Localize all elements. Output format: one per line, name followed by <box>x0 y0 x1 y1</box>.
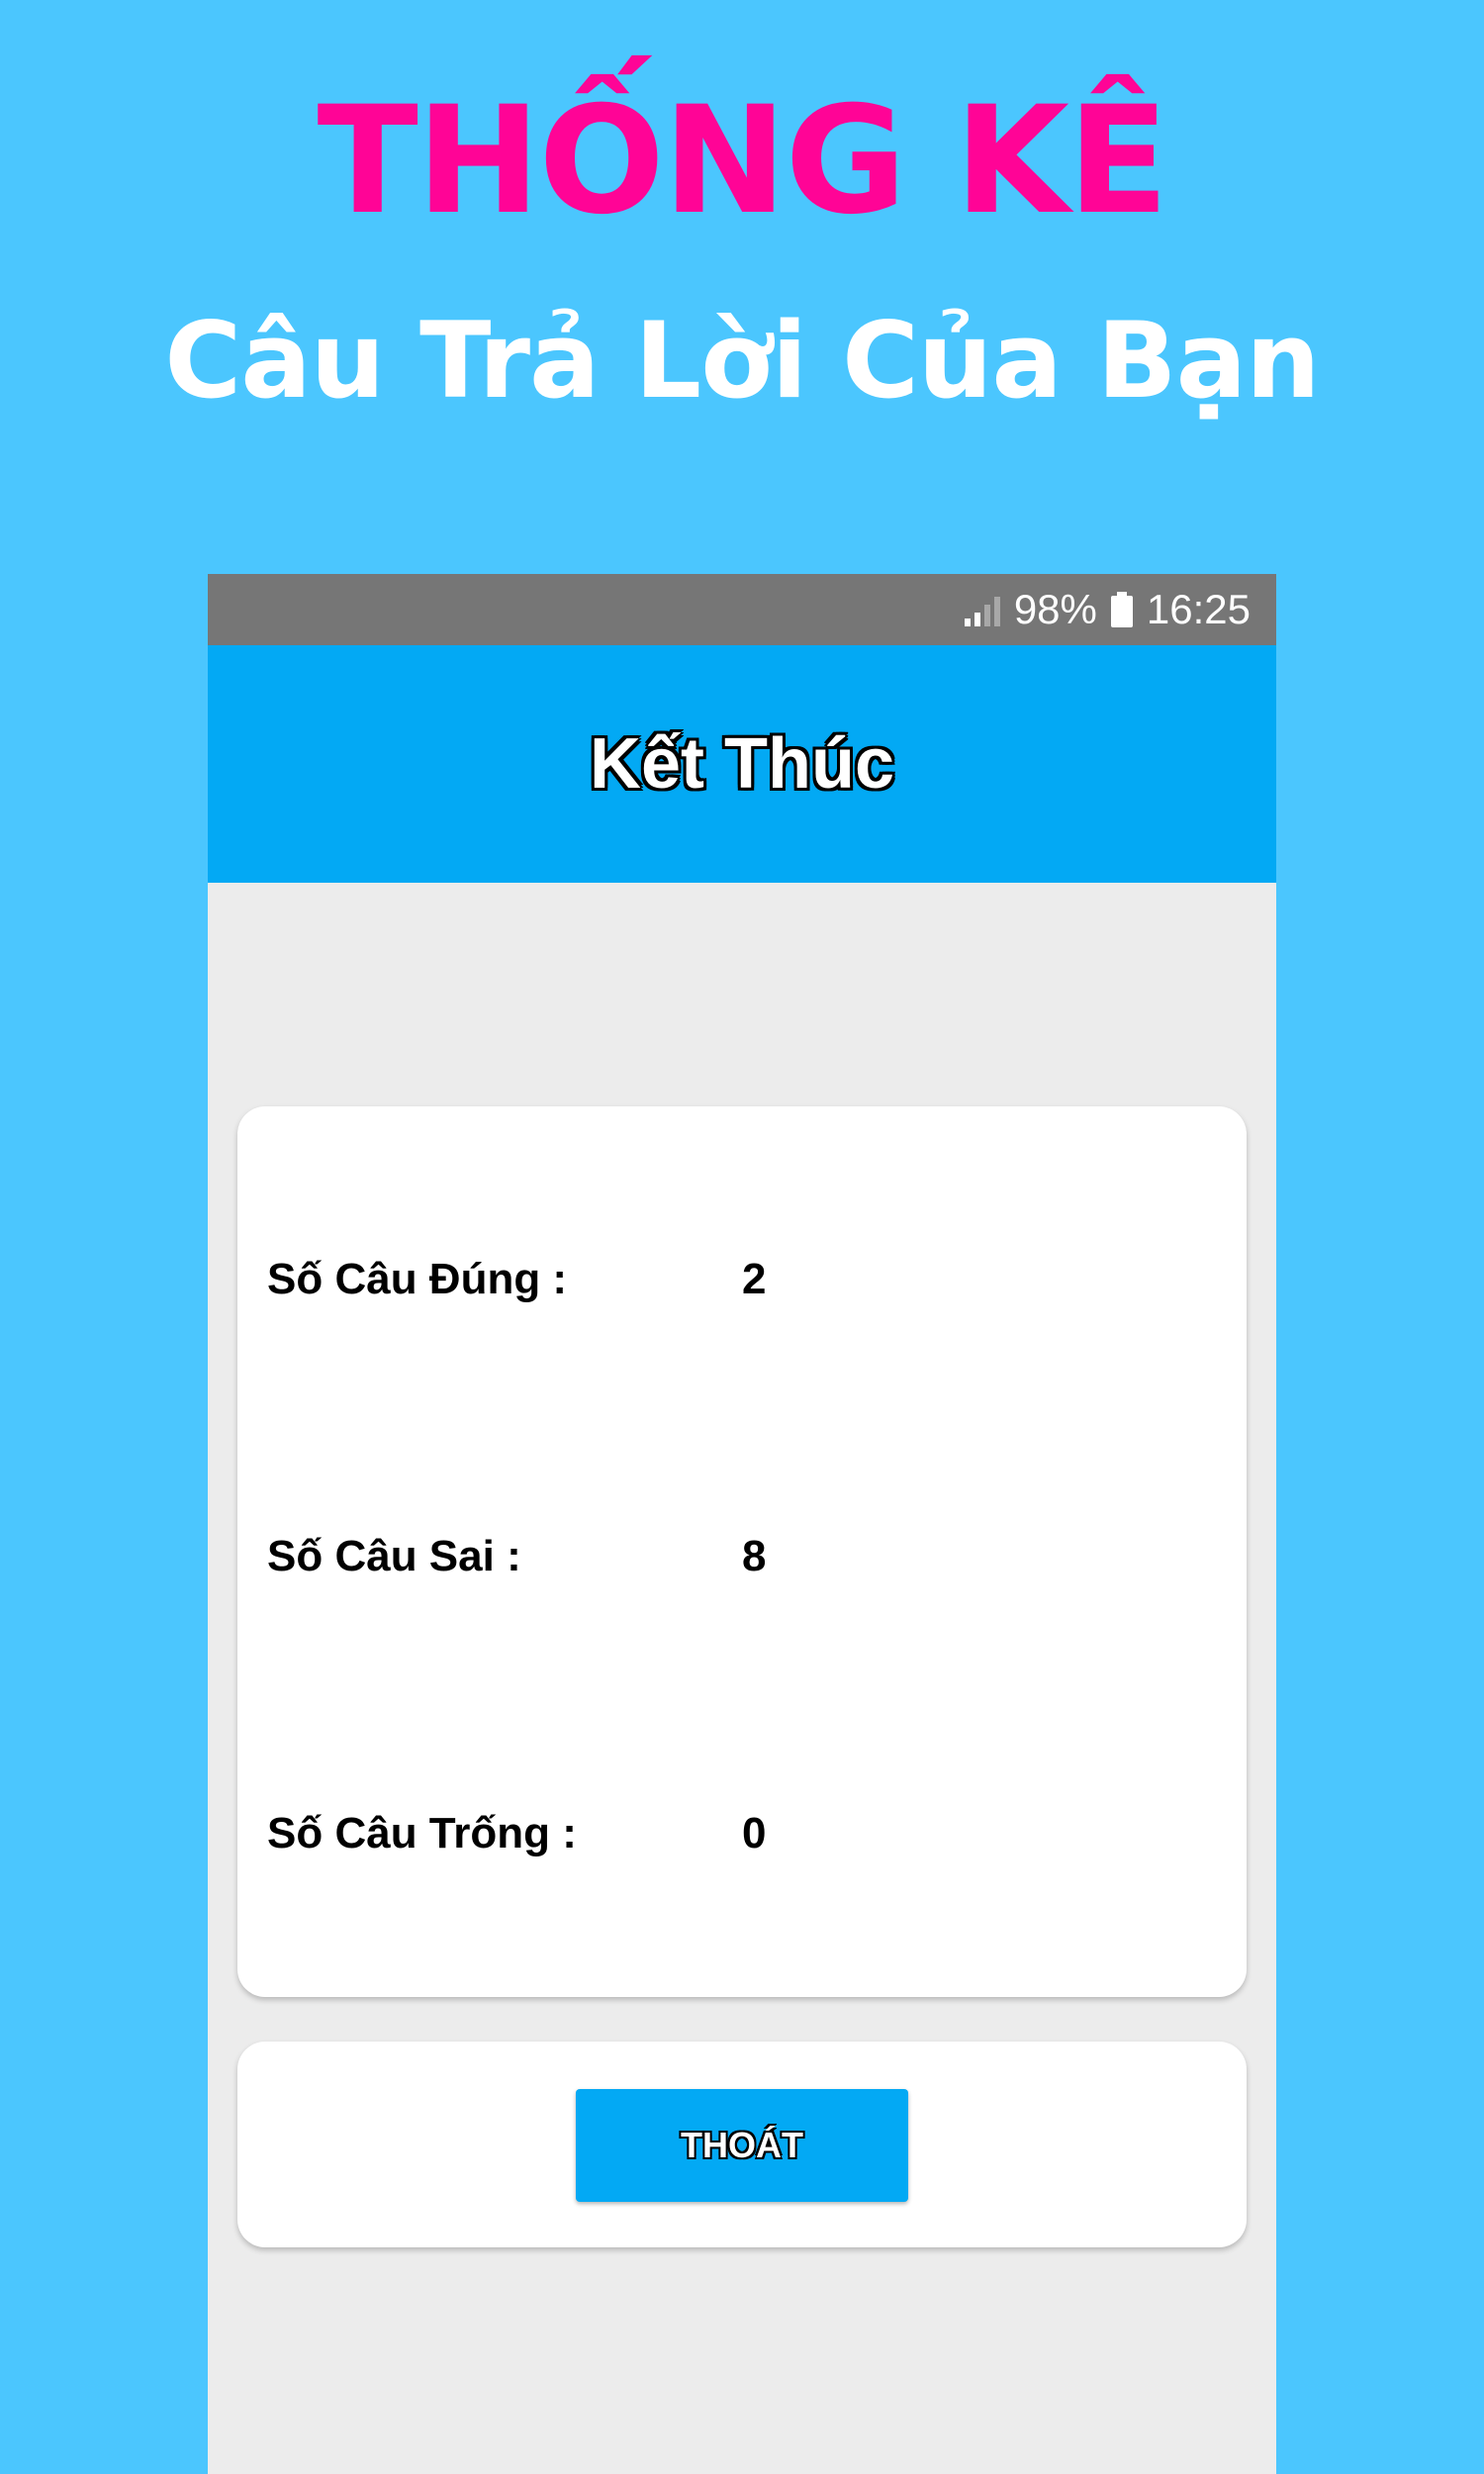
battery-percentage: 98% <box>1013 586 1097 632</box>
action-card: THOÁT <box>237 2042 1247 2247</box>
status-bar: 98% 16:25 <box>208 574 1276 645</box>
stat-value-blank: 0 <box>742 1809 767 1857</box>
stat-value-correct: 2 <box>742 1255 767 1303</box>
status-time: 16:25 <box>1146 586 1251 632</box>
stat-row-wrong: Số Câu Sai : 8 <box>267 1532 1217 1591</box>
app-bar: Kết Thúc <box>208 645 1276 883</box>
exit-button[interactable]: THOÁT <box>576 2089 908 2202</box>
signal-icon <box>964 593 1000 626</box>
stat-row-correct: Số Câu Đúng : 2 <box>267 1255 1217 1314</box>
stats-card: Số Câu Đúng : 2 Số Câu Sai : 8 Số Câu Tr… <box>237 1106 1247 1997</box>
stat-value-wrong: 8 <box>742 1532 767 1580</box>
stat-label-wrong: Số Câu Sai : <box>267 1532 521 1580</box>
app-bar-title: Kết Thúc <box>589 724 894 804</box>
status-bar-indicators: 98% 16:25 <box>964 574 1251 645</box>
promo-subtitle: Câu Trả Lời Của Bạn <box>164 300 1320 422</box>
stat-label-correct: Số Câu Đúng : <box>267 1255 568 1303</box>
stat-row-blank: Số Câu Trống : 0 <box>267 1809 1217 1868</box>
promo-title: THỐNG KÊ <box>317 75 1169 247</box>
phone-screen: 98% 16:25 Kết Thúc Số Câu Đúng : 2 Số Câ… <box>208 574 1276 2474</box>
battery-icon <box>1110 592 1133 627</box>
stat-label-blank: Số Câu Trống : <box>267 1809 577 1857</box>
